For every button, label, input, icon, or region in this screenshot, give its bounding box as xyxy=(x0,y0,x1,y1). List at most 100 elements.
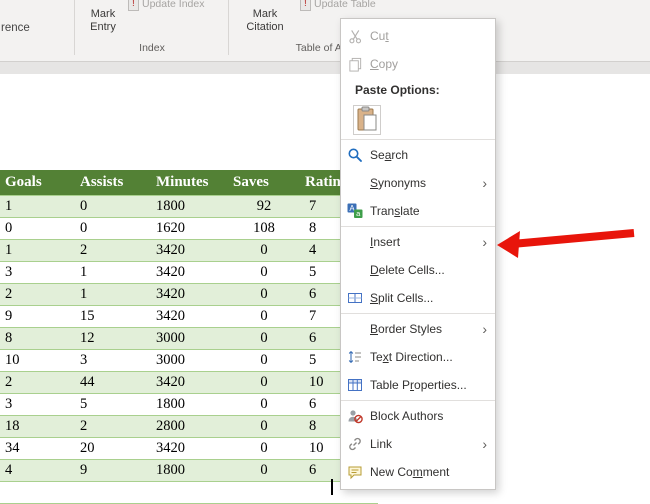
table-cell[interactable]: 4 xyxy=(0,459,75,482)
mark-citation-button[interactable]: Mark Citation xyxy=(237,8,293,34)
menu-item-delete-cells[interactable]: Delete Cells... xyxy=(341,256,495,284)
table-cell[interactable]: 3420 xyxy=(151,305,228,328)
table-cell[interactable]: 108 xyxy=(228,217,300,240)
table-cell[interactable]: 2 xyxy=(75,239,151,262)
menu-item-label: Split Cells... xyxy=(370,291,434,305)
menu-item-label: Copy xyxy=(370,57,399,71)
table-cell[interactable]: 3000 xyxy=(151,349,228,372)
table-cell[interactable]: 1 xyxy=(75,283,151,306)
table-cell[interactable]: 9 xyxy=(75,459,151,482)
table-cell[interactable]: 0 xyxy=(228,283,300,306)
table-cell[interactable]: 15 xyxy=(75,305,151,328)
table-cell[interactable]: 3 xyxy=(75,349,151,372)
table-cell[interactable]: 12 xyxy=(75,327,151,350)
menu-item-label: Insert xyxy=(370,235,401,249)
menu-item-text-direction[interactable]: Text Direction... xyxy=(341,343,495,371)
table-row: 4 9 1800 0 6 xyxy=(0,459,378,482)
table-cell[interactable]: 3420 xyxy=(151,437,228,460)
table-header-cell[interactable]: Minutes xyxy=(151,170,228,196)
menu-item-insert[interactable]: Insert › xyxy=(341,228,495,256)
table-cell[interactable]: 3000 xyxy=(151,327,228,350)
update-index-button[interactable]: ! Update Index xyxy=(128,0,204,11)
table-cell[interactable]: 44 xyxy=(75,371,151,394)
table-header-row: Goals Assists Minutes Saves Rating xyxy=(0,170,378,196)
table-cell[interactable]: 9 xyxy=(0,305,75,328)
menu-separator xyxy=(341,226,495,227)
translate-icon: Aa xyxy=(345,203,365,219)
table-cell[interactable]: 0 xyxy=(228,437,300,460)
table-cell[interactable]: 8 xyxy=(0,327,75,350)
menu-separator xyxy=(341,139,495,140)
table-cell[interactable]: 0 xyxy=(228,349,300,372)
table-cell[interactable]: 0 xyxy=(228,305,300,328)
table-cell[interactable]: 3 xyxy=(0,393,75,416)
table-cell[interactable] xyxy=(228,481,300,504)
menu-item-search[interactable]: Search xyxy=(341,141,495,169)
new-comment-icon xyxy=(345,464,365,480)
table-cell[interactable]: 0 xyxy=(228,459,300,482)
table-header-cell[interactable]: Assists xyxy=(75,170,151,196)
table-cell[interactable]: 92 xyxy=(228,195,300,218)
table-cell[interactable]: 1800 xyxy=(151,459,228,482)
table-cell[interactable]: 0 xyxy=(228,327,300,350)
table-header-cell[interactable]: Saves xyxy=(228,170,300,196)
table-cell[interactable]: 0 xyxy=(228,261,300,284)
menu-item-split-cells[interactable]: Split Cells... xyxy=(341,284,495,312)
update-table-label: Update Table xyxy=(314,0,376,10)
table-cell[interactable]: 0 xyxy=(228,371,300,394)
menu-item-table-properties[interactable]: Table Properties... xyxy=(341,371,495,399)
table-cell[interactable] xyxy=(75,481,151,504)
menu-item-border-styles[interactable]: Border Styles › xyxy=(341,315,495,343)
update-table-button[interactable]: ! Update Table xyxy=(300,0,376,11)
table-cell[interactable]: 3420 xyxy=(151,371,228,394)
table-cell[interactable]: 2800 xyxy=(151,415,228,438)
table-cell[interactable]: 1800 xyxy=(151,195,228,218)
table-cell[interactable]: 2 xyxy=(0,283,75,306)
mark-entry-button[interactable]: Mark Entry xyxy=(80,8,126,34)
table-cell[interactable]: 3 xyxy=(0,261,75,284)
table-cell[interactable]: 10 xyxy=(0,349,75,372)
table-cell[interactable]: 18 xyxy=(0,415,75,438)
table-cell[interactable]: 2 xyxy=(0,371,75,394)
cropped-reference-button[interactable]: rence xyxy=(1,22,30,34)
table-cell[interactable] xyxy=(0,481,75,504)
table-cell[interactable]: 0 xyxy=(228,239,300,262)
menu-item-translate[interactable]: Aa Translate xyxy=(341,197,495,225)
menu-separator xyxy=(341,313,495,314)
table-row: 9 15 3420 0 7 xyxy=(0,305,378,328)
table-cell[interactable]: 0 xyxy=(228,415,300,438)
table-cell[interactable]: 3420 xyxy=(151,283,228,306)
table-cell[interactable]: 1 xyxy=(0,195,75,218)
stats-table-body: 1 0 1800 92 7 0 0 1620 108 8 1 2 3420 0 4 3 1 3420 0 5 2 1 342… xyxy=(0,195,378,504)
table-cell[interactable]: 1620 xyxy=(151,217,228,240)
menu-item-link[interactable]: Link › xyxy=(341,430,495,458)
table-cell[interactable]: 2 xyxy=(75,415,151,438)
table-cell[interactable]: 20 xyxy=(75,437,151,460)
table-cell[interactable]: 1 xyxy=(75,261,151,284)
table-cell[interactable] xyxy=(151,481,228,504)
table-cell[interactable]: 3420 xyxy=(151,239,228,262)
table-cell[interactable]: 1800 xyxy=(151,393,228,416)
table-cell[interactable]: 1 xyxy=(0,239,75,262)
table-cell[interactable]: 3420 xyxy=(151,261,228,284)
link-icon xyxy=(345,436,365,452)
table-row: 34 20 3420 0 10 xyxy=(0,437,378,460)
menu-item-new-comment[interactable]: New Comment xyxy=(341,458,495,486)
table-cell[interactable]: 0 xyxy=(75,217,151,240)
menu-item-block-authors[interactable]: Block Authors xyxy=(341,402,495,430)
paste-option-keep-source-formatting-button[interactable] xyxy=(353,105,381,135)
table-cell[interactable]: 34 xyxy=(0,437,75,460)
table-header-cell[interactable]: Goals xyxy=(0,170,75,196)
table-cell[interactable]: 5 xyxy=(75,393,151,416)
update-table-icon: ! xyxy=(300,0,311,11)
menu-item-icon-placeholder xyxy=(345,321,365,337)
menu-item-label: Search xyxy=(370,148,409,162)
menu-item-synonyms[interactable]: Synonyms › xyxy=(341,169,495,197)
table-cell[interactable]: 0 xyxy=(75,195,151,218)
paste-options-row xyxy=(341,102,495,138)
table-row: 1 0 1800 92 7 xyxy=(0,195,378,218)
table-cell[interactable]: 0 xyxy=(0,217,75,240)
table-row: 18 2 2800 0 8 xyxy=(0,415,378,438)
menu-item-label: Link xyxy=(370,437,393,451)
table-cell[interactable]: 0 xyxy=(228,393,300,416)
